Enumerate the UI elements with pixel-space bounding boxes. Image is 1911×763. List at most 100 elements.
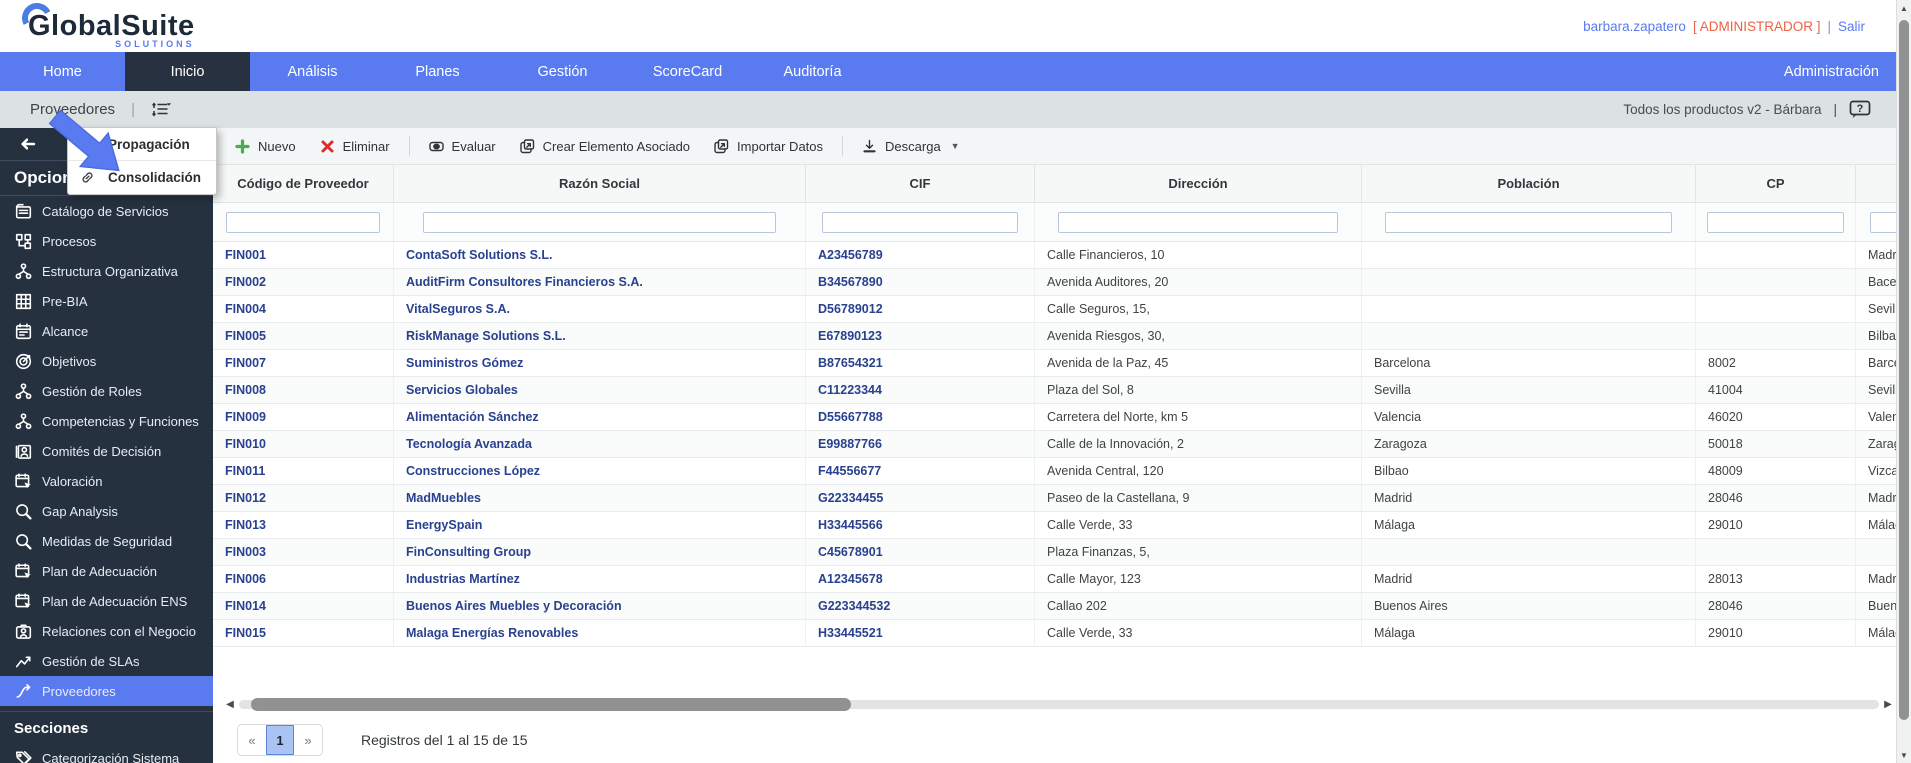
cell-razon-social[interactable]: ContaSoft Solutions S.L. <box>394 242 806 268</box>
column-header-razon-social[interactable]: Razón Social <box>394 165 806 202</box>
cell-razon-social[interactable]: Industrias Martínez <box>394 566 806 592</box>
sidebar-item-procesos[interactable]: Procesos <box>0 226 213 256</box>
column-header-direccion[interactable]: Dirección <box>1035 165 1362 202</box>
sidebar-item-competencias-y-funciones[interactable]: Competencias y Funciones <box>0 406 213 436</box>
table-row-fin007[interactable]: FIN007 Suministros Gómez B87654321 Avenida … <box>213 350 1911 377</box>
cell-razon-social[interactable]: Construcciones López <box>394 458 806 484</box>
sidebar-item-plan-de-adecuacion[interactable]: Plan de Adecuación <box>0 556 213 586</box>
filter-input-cif[interactable] <box>821 211 1019 233</box>
user-name[interactable]: barbara.zapatero <box>1583 19 1686 34</box>
scroll-up-arrow-icon[interactable]: ▲ <box>1897 0 1911 16</box>
sidebar-item-gestion-de-roles[interactable]: Gestión de Roles <box>0 376 213 406</box>
pagination-last-button[interactable]: » <box>294 725 322 755</box>
importar-datos-button[interactable]: Importar Datos <box>704 134 833 159</box>
table-row-fin003[interactable]: FIN003 FinConsulting Group C45678901 Plaza … <box>213 539 1911 566</box>
cell-codigo-de-proveedor[interactable]: FIN009 <box>213 404 394 430</box>
descarga-button[interactable]: Descarga ▼ <box>852 134 970 159</box>
table-row-fin009[interactable]: FIN009 Alimentación Sánchez D55667788 Carre… <box>213 404 1911 431</box>
sidebar-item-pre-bia[interactable]: Pre-BIA <box>0 286 213 316</box>
menu-item-propagacion[interactable]: Propagación <box>68 128 216 161</box>
cell-codigo-de-proveedor[interactable]: FIN014 <box>213 593 394 619</box>
cell-codigo-de-proveedor[interactable]: FIN011 <box>213 458 394 484</box>
crear-elemento-asociado-button[interactable]: Crear Elemento Asociado <box>510 134 700 159</box>
sidebar-item-medidas-de-seguridad[interactable]: Medidas de Seguridad <box>0 526 213 556</box>
cell-codigo-de-proveedor[interactable]: FIN015 <box>213 620 394 646</box>
table-row-fin008[interactable]: FIN008 Servicios Globales C11223344 Plaza d… <box>213 377 1911 404</box>
table-row-fin015[interactable]: FIN015 Malaga Energías Renovables H3344552… <box>213 620 1911 647</box>
scroll-left-arrow-icon[interactable]: ◀ <box>221 699 239 710</box>
cell-codigo-de-proveedor[interactable]: FIN005 <box>213 323 394 349</box>
cell-razon-social[interactable]: Suministros Gómez <box>394 350 806 376</box>
pagination-first-button[interactable]: « <box>238 725 266 755</box>
table-row-fin006[interactable]: FIN006 Industrias Martínez A12345678 Calle … <box>213 566 1911 593</box>
table-row-fin013[interactable]: FIN013 EnergySpain H33445566 Calle Verde, 3… <box>213 512 1911 539</box>
nav-item-inicio[interactable]: Inicio <box>125 52 250 91</box>
sidebar-item-gestion-de-slas[interactable]: Gestión de SLAs <box>0 646 213 676</box>
nav-item-gestion[interactable]: Gestión <box>500 52 625 91</box>
column-header-cp[interactable]: CP <box>1696 165 1856 202</box>
column-header-poblacion[interactable]: Población <box>1362 165 1696 202</box>
sidebar-item-estructura-organizativa[interactable]: Estructura Organizativa <box>0 256 213 286</box>
table-row-fin012[interactable]: FIN012 MadMuebles G22334455 Paseo de la Cas… <box>213 485 1911 512</box>
cell-codigo-de-proveedor[interactable]: FIN012 <box>213 485 394 511</box>
cell-codigo-de-proveedor[interactable]: FIN003 <box>213 539 394 565</box>
cell-codigo-de-proveedor[interactable]: FIN007 <box>213 350 394 376</box>
nuevo-button[interactable]: Nuevo <box>225 134 306 159</box>
question-bubble-icon[interactable]: ? <box>1849 100 1871 119</box>
column-header-codigo-de-proveedor[interactable]: Código de Proveedor <box>213 165 394 202</box>
cell-codigo-de-proveedor[interactable]: FIN006 <box>213 566 394 592</box>
cell-razon-social[interactable]: Alimentación Sánchez <box>394 404 806 430</box>
cell-codigo-de-proveedor[interactable]: FIN002 <box>213 269 394 295</box>
cell-razon-social[interactable]: RiskManage Solutions S.L. <box>394 323 806 349</box>
sidebar-item-comites-de-decision[interactable]: Comités de Decisión <box>0 436 213 466</box>
sidebar-item-relaciones-con-el-negocio[interactable]: Relaciones con el Negocio <box>0 616 213 646</box>
filter-input-poblacion[interactable] <box>1385 211 1672 233</box>
scroll-right-arrow-icon[interactable]: ▶ <box>1879 699 1897 710</box>
column-header-cif[interactable]: CIF <box>806 165 1035 202</box>
horizontal-scrollbar[interactable]: ◀ ▶ <box>221 696 1897 713</box>
cell-razon-social[interactable]: Tecnología Avanzada <box>394 431 806 457</box>
nav-item-planes[interactable]: Planes <box>375 52 500 91</box>
evaluar-button[interactable]: Evaluar <box>419 134 506 159</box>
horizontal-scroll-track[interactable] <box>239 698 1879 711</box>
cell-codigo-de-proveedor[interactable]: FIN010 <box>213 431 394 457</box>
nav-item-analisis[interactable]: Análisis <box>250 52 375 91</box>
sidebar-item-valoracion[interactable]: Valoración <box>0 466 213 496</box>
cell-codigo-de-proveedor[interactable]: FIN001 <box>213 242 394 268</box>
table-row-fin005[interactable]: FIN005 RiskManage Solutions S.L. E67890123… <box>213 323 1911 350</box>
cell-razon-social[interactable]: FinConsulting Group <box>394 539 806 565</box>
nav-item-scorecard[interactable]: ScoreCard <box>625 52 750 91</box>
vertical-scrollbar[interactable]: ▲ ▼ <box>1896 0 1911 763</box>
sidebar-item-gap-analysis[interactable]: Gap Analysis <box>0 496 213 526</box>
sidebar-item-objetivos[interactable]: Objetivos <box>0 346 213 376</box>
sidebar-item-plan-de-adecuacion-ens[interactable]: Plan de Adecuación ENS <box>0 586 213 616</box>
table-row-fin011[interactable]: FIN011 Construcciones López F44556677 Aveni… <box>213 458 1911 485</box>
horizontal-scroll-thumb[interactable] <box>251 698 851 711</box>
table-row-fin001[interactable]: FIN001 ContaSoft Solutions S.L. A23456789 C… <box>213 242 1911 269</box>
pagination-page-1[interactable]: 1 <box>266 725 294 755</box>
sidebar-item-catalogo-de-servicios[interactable]: Catálogo de Servicios <box>0 196 213 226</box>
nav-item-administracion[interactable]: Administración <box>1752 52 1911 91</box>
table-row-fin004[interactable]: FIN004 VitalSeguros S.A. D56789012 Calle Se… <box>213 296 1911 323</box>
sidebar-item-categorizacion-sistema[interactable]: Categorización Sistema <box>0 743 213 763</box>
filter-input-razon-social[interactable] <box>422 211 777 233</box>
nav-item-home[interactable]: Home <box>0 52 125 91</box>
scroll-down-arrow-icon[interactable]: ▼ <box>1897 747 1911 763</box>
sidebar-item-alcance[interactable]: Alcance <box>0 316 213 346</box>
sidebar-item-proveedores[interactable]: Proveedores <box>0 676 213 706</box>
cell-razon-social[interactable]: EnergySpain <box>394 512 806 538</box>
filter-input-codigo-de-proveedor[interactable] <box>225 211 381 233</box>
cell-razon-social[interactable]: VitalSeguros S.A. <box>394 296 806 322</box>
eliminar-button[interactable]: Eliminar <box>310 134 400 159</box>
cell-razon-social[interactable]: Servicios Globales <box>394 377 806 403</box>
cell-codigo-de-proveedor[interactable]: FIN004 <box>213 296 394 322</box>
cell-codigo-de-proveedor[interactable]: FIN008 <box>213 377 394 403</box>
cell-codigo-de-proveedor[interactable]: FIN013 <box>213 512 394 538</box>
vertical-scroll-thumb[interactable] <box>1899 20 1909 720</box>
cell-razon-social[interactable]: Malaga Energías Renovables <box>394 620 806 646</box>
table-row-fin002[interactable]: FIN002 AuditFirm Consultores Financieros … <box>213 269 1911 296</box>
nav-item-auditoria[interactable]: Auditoría <box>750 52 875 91</box>
table-row-fin014[interactable]: FIN014 Buenos Aires Muebles y Decoración G… <box>213 593 1911 620</box>
cell-razon-social[interactable]: MadMuebles <box>394 485 806 511</box>
sort-list-icon[interactable] <box>151 102 171 117</box>
